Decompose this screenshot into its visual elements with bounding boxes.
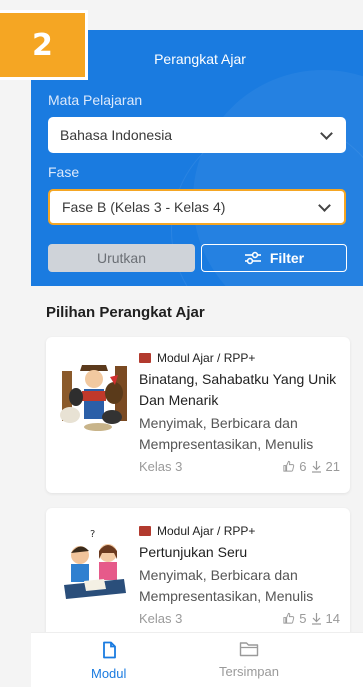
bottom-navigation: Modul Tersimpan	[31, 632, 363, 687]
nav-tersimpan[interactable]: Tersimpan	[219, 641, 279, 679]
phase-label: Fase	[48, 164, 80, 180]
thumbs-up-icon	[283, 612, 295, 624]
card-title: Pertunjukan Seru	[139, 544, 248, 560]
phase-value: Fase B (Kelas 3 - Kelas 4)	[62, 199, 226, 215]
svg-text:?: ?	[90, 529, 95, 540]
grade-label: Kelas 3	[139, 611, 183, 626]
download-icon	[311, 613, 321, 625]
sort-button[interactable]: Urutkan	[48, 244, 195, 272]
filter-label: Filter	[269, 250, 305, 266]
card-stats: 6 21	[282, 459, 340, 474]
subject-value: Bahasa Indonesia	[60, 127, 173, 143]
kids-reading-thumbnail: ?	[60, 523, 128, 603]
card-category: Modul Ajar / RPP+	[139, 524, 340, 538]
card-title: Binatang, Sahabatku Yang Unik Dan Menari…	[139, 371, 337, 408]
book-icon	[139, 526, 151, 536]
sliders-icon	[244, 251, 261, 265]
nav-modul[interactable]: Modul	[91, 641, 126, 681]
folder-icon	[239, 642, 259, 657]
card-content: Modul Ajar / RPP+ Binatang, Sahabatku Ya…	[139, 351, 340, 474]
filter-button[interactable]: Filter	[201, 244, 347, 272]
downloads-count: 14	[325, 611, 340, 626]
nav-tersimpan-label: Tersimpan	[219, 664, 279, 679]
likes-count: 6	[299, 459, 307, 474]
downloads-count: 21	[325, 459, 340, 474]
card-description: Menyimak, Berbicara dan Mempresentasikan…	[139, 567, 314, 604]
card-category: Modul Ajar / RPP+	[139, 351, 340, 365]
likes-count: 5	[299, 611, 307, 626]
card-description: Menyimak, Berbicara dan Mempresentasikan…	[139, 415, 314, 452]
farm-animals-thumbnail	[60, 351, 128, 431]
phase-select[interactable]: Fase B (Kelas 3 - Kelas 4)	[48, 189, 346, 225]
nav-modul-label: Modul	[91, 666, 127, 681]
chevron-down-icon	[318, 198, 331, 212]
subject-select[interactable]: Bahasa Indonesia	[48, 117, 346, 153]
category-label: Modul Ajar / RPP+	[157, 524, 256, 538]
subject-label: Mata Pelajaran	[48, 92, 143, 108]
grade-label: Kelas 3	[139, 459, 183, 474]
download-icon	[311, 461, 321, 473]
chevron-down-icon	[320, 126, 333, 140]
book-icon	[139, 353, 151, 363]
card-content: Modul Ajar / RPP+ Pertunjukan Seru Menyi…	[139, 524, 340, 626]
module-card[interactable]: ? Modul Ajar / RPP+ Pertunjukan Seru Men…	[46, 508, 350, 648]
category-label: Modul Ajar / RPP+	[157, 351, 256, 365]
thumbs-up-icon	[283, 460, 295, 472]
document-icon	[102, 641, 116, 659]
step-badge: 2	[0, 10, 88, 80]
module-card[interactable]: Modul Ajar / RPP+ Binatang, Sahabatku Ya…	[46, 337, 350, 493]
card-stats: 5 14	[282, 611, 340, 626]
card-footer: Kelas 3 6 21	[139, 459, 340, 474]
step-number: 2	[32, 27, 53, 63]
card-footer: Kelas 3 5 14	[139, 611, 340, 626]
section-title: Pilihan Perangkat Ajar	[46, 304, 205, 321]
